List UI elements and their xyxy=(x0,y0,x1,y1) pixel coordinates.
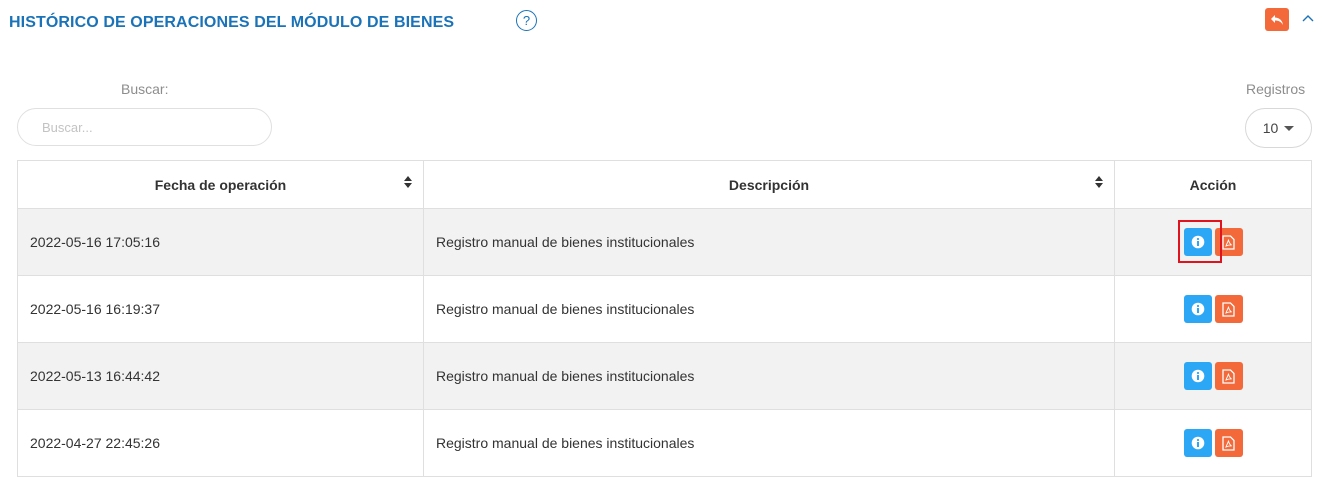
info-button[interactable] xyxy=(1183,362,1212,390)
registros-selected-value: 10 xyxy=(1262,120,1279,136)
table-row: 2022-04-27 22:45:26 Registro manual de bi… xyxy=(17,409,1312,477)
page-title: HISTÓRICO DE OPERACIONES DEL MÓDULO DE B… xyxy=(9,14,455,31)
sort-icon xyxy=(1095,176,1103,188)
pdf-button[interactable] xyxy=(1214,295,1243,323)
info-icon xyxy=(1191,369,1204,383)
column-header-label: Acción xyxy=(1189,176,1237,193)
column-header-label: Descripción xyxy=(728,176,810,193)
action-group xyxy=(1183,429,1243,457)
back-button[interactable] xyxy=(1265,8,1289,31)
pdf-icon xyxy=(1222,234,1235,250)
sort-icon xyxy=(404,176,412,188)
cell-actions xyxy=(1114,208,1312,276)
caret-down-icon xyxy=(1284,125,1295,131)
cell-fecha: 2022-04-27 22:45:26 xyxy=(17,409,424,477)
column-header-label: Fecha de operación xyxy=(154,176,287,193)
action-group xyxy=(1177,220,1243,263)
highlight-box xyxy=(1177,220,1222,263)
pdf-icon xyxy=(1222,435,1235,451)
registros-select[interactable]: 10 xyxy=(1245,108,1312,148)
info-icon xyxy=(1191,436,1204,450)
cell-descripcion: Registro manual de bienes institucionale… xyxy=(423,208,1115,276)
pdf-button[interactable] xyxy=(1214,362,1243,390)
info-button[interactable] xyxy=(1183,295,1212,323)
cell-fecha: 2022-05-16 16:19:37 xyxy=(17,275,424,343)
table-row: 2022-05-16 16:19:37 Registro manual de bi… xyxy=(17,275,1312,343)
registros-label: Registros xyxy=(1246,81,1306,97)
help-circle-icon[interactable]: ? xyxy=(516,10,537,31)
cell-descripcion: Registro manual de bienes institucionale… xyxy=(423,409,1115,477)
cell-descripcion: Registro manual de bienes institucionale… xyxy=(423,275,1115,343)
search-label: Buscar: xyxy=(121,81,169,97)
cell-fecha: 2022-05-13 16:44:42 xyxy=(17,342,424,410)
cell-actions xyxy=(1114,342,1312,410)
column-header-descripcion[interactable]: Descripción xyxy=(423,160,1115,209)
table-header-row: Fecha de operación Descripción Acción xyxy=(17,160,1312,209)
table-row: 2022-05-16 17:05:16 Registro manual de bi… xyxy=(17,208,1312,276)
cell-descripcion: Registro manual de bienes institucionale… xyxy=(423,342,1115,410)
cell-actions xyxy=(1114,275,1312,343)
pdf-icon xyxy=(1222,368,1235,384)
column-header-fecha[interactable]: Fecha de operación xyxy=(17,160,424,209)
search-input[interactable] xyxy=(17,108,272,146)
pdf-icon xyxy=(1222,301,1235,317)
info-button[interactable] xyxy=(1183,429,1212,457)
chevron-up-icon[interactable] xyxy=(1301,11,1315,25)
action-group xyxy=(1183,295,1243,323)
info-icon xyxy=(1191,302,1204,316)
cell-actions xyxy=(1114,409,1312,477)
operations-table: Fecha de operación Descripción Acción 20… xyxy=(17,160,1312,477)
cell-fecha: 2022-05-16 17:05:16 xyxy=(17,208,424,276)
page-header: HISTÓRICO DE OPERACIONES DEL MÓDULO DE B… xyxy=(9,8,1322,36)
reply-icon xyxy=(1271,14,1283,25)
table-row: 2022-05-13 16:44:42 Registro manual de bi… xyxy=(17,342,1312,410)
column-header-accion: Acción xyxy=(1114,160,1312,209)
action-group xyxy=(1183,362,1243,390)
pdf-button[interactable] xyxy=(1214,429,1243,457)
